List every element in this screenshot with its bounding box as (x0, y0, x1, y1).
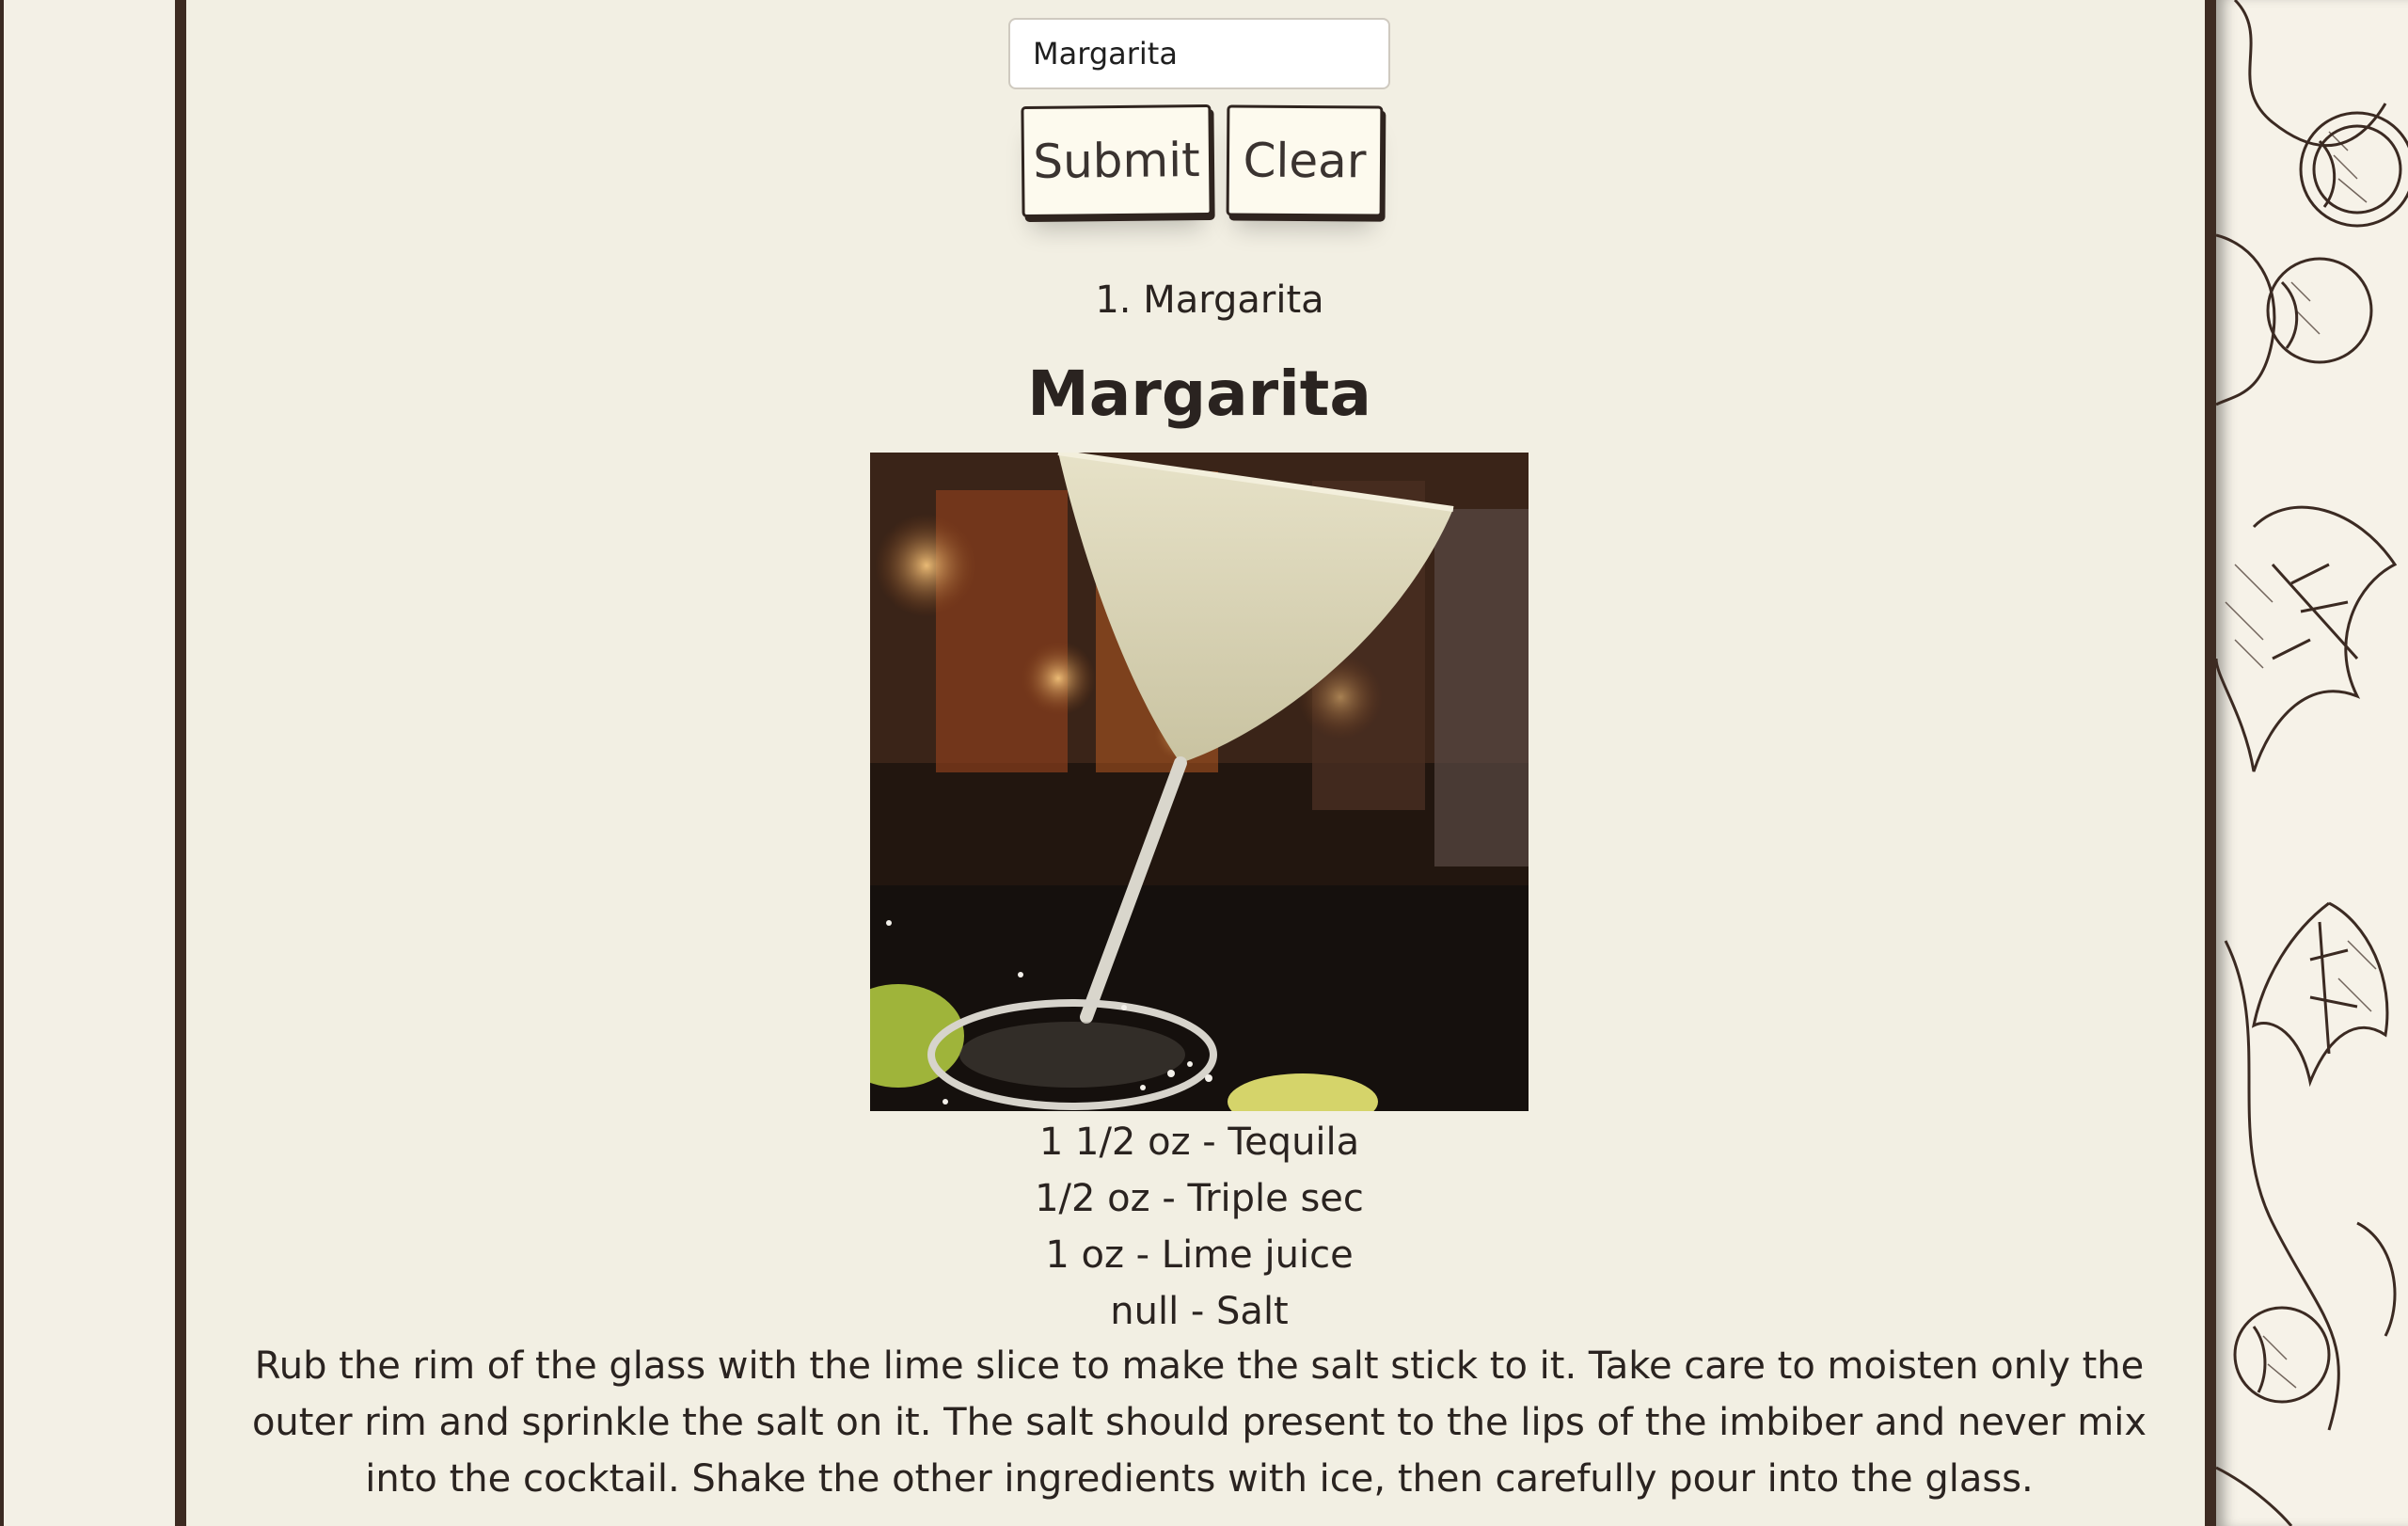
ingredient-list: 1 1/2 oz - Tequila 1/2 oz - Triple sec 1… (870, 1114, 1529, 1340)
drink-instructions: Rub the rim of the glass with the lime s… (251, 1344, 2147, 1501)
decorative-illustration-panel (2216, 0, 2408, 1526)
left-margin (0, 0, 175, 1526)
botanical-illustration (2216, 0, 2408, 1526)
page: Submit Clear 1. Margarita Margarita (0, 0, 2408, 1526)
drink-title: Margarita (1027, 358, 1371, 430)
ingredient-item: null - Salt (1110, 1290, 1289, 1333)
ingredient-item: 1/2 oz - Triple sec (1035, 1177, 1364, 1220)
submit-button[interactable]: Submit (1021, 103, 1212, 218)
clear-button[interactable]: Clear (1226, 104, 1384, 217)
search-result-item[interactable]: 1. Margarita (1022, 278, 1398, 322)
ingredient-item: 1 oz - Lime juice (1045, 1233, 1354, 1277)
search-input[interactable] (1008, 18, 1390, 89)
ingredient-item: 1 1/2 oz - Tequila (1038, 1121, 1360, 1164)
margarita-photo (870, 453, 1529, 1111)
drink-image (870, 453, 1529, 1111)
